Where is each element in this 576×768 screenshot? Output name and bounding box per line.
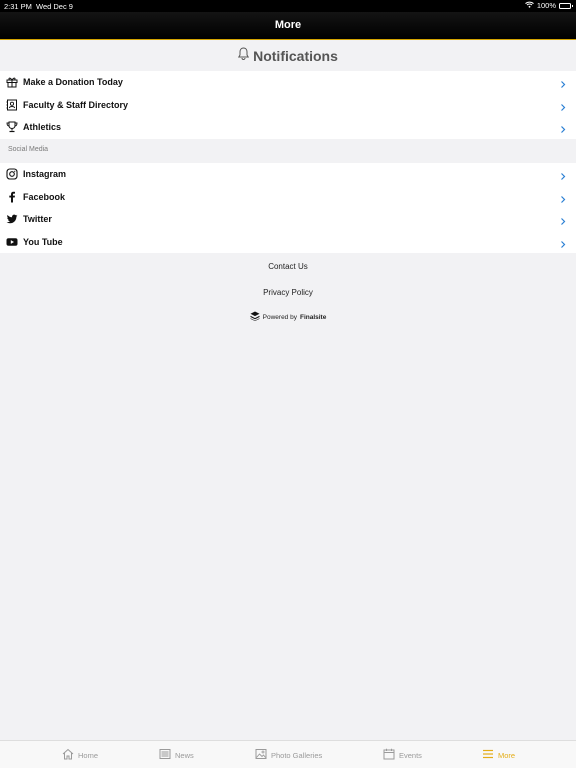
chevron-right-icon <box>559 100 567 111</box>
trophy-icon <box>6 121 18 133</box>
powered-by-prefix: Powered by <box>262 313 297 321</box>
news-icon <box>159 748 171 762</box>
social-item-label: Facebook <box>23 191 66 202</box>
chevron-right-icon <box>559 192 567 203</box>
tab-events[interactable]: Events <box>383 748 422 762</box>
status-date: Wed Dec 9 <box>36 2 73 11</box>
powered-by[interactable]: Powered by Finalsite <box>0 311 576 323</box>
twitter-icon <box>6 213 18 225</box>
social-item-instagram[interactable]: Instagram <box>0 163 576 186</box>
tab-more[interactable]: More <box>482 748 515 762</box>
menu-item-donation[interactable]: Make a Donation Today <box>0 71 576 94</box>
status-time: 2:31 PM <box>4 2 32 11</box>
wifi-icon <box>524 1 534 10</box>
bell-icon <box>238 46 250 65</box>
nav-header: More <box>0 12 576 40</box>
contacts-icon <box>6 99 18 111</box>
chevron-right-icon <box>559 169 567 180</box>
social-item-label: Instagram <box>23 169 67 180</box>
tab-home[interactable]: Home <box>62 748 98 762</box>
tab-news[interactable]: News <box>159 748 194 762</box>
chevron-right-icon <box>559 122 567 133</box>
chevron-right-icon <box>559 237 567 248</box>
menu-item-label: Athletics <box>23 122 62 133</box>
menu-item-label: Make a Donation Today <box>23 77 123 88</box>
tab-label: News <box>175 750 194 760</box>
battery-percent: 100% <box>536 1 556 10</box>
finalsite-logo-icon <box>250 311 260 323</box>
home-icon <box>62 748 74 762</box>
social-media-heading: Social Media <box>8 146 49 153</box>
menu-item-label: Faculty & Staff Directory <box>23 99 129 110</box>
tab-label: More <box>498 750 516 760</box>
social-item-facebook[interactable]: Facebook <box>0 186 576 209</box>
notifications-button[interactable]: Notifications <box>0 41 576 70</box>
social-group: Instagram Facebook Twitter You Tube <box>0 163 576 253</box>
tab-photo-galleries[interactable]: Photo Galleries <box>255 748 322 762</box>
menu-item-directory[interactable]: Faculty & Staff Directory <box>0 94 576 117</box>
notifications-label: Notifications <box>253 47 338 64</box>
menu-item-athletics[interactable]: Athletics <box>0 116 576 139</box>
instagram-icon <box>6 168 18 180</box>
social-item-twitter[interactable]: Twitter <box>0 208 576 231</box>
social-item-label: You Tube <box>23 236 63 247</box>
contact-us-link[interactable]: Contact Us <box>0 262 576 271</box>
menu-icon <box>482 748 494 762</box>
facebook-icon <box>6 191 18 203</box>
social-item-youtube[interactable]: You Tube <box>0 231 576 254</box>
privacy-policy-link[interactable]: Privacy Policy <box>0 288 576 297</box>
photo-icon <box>255 748 267 762</box>
social-item-label: Twitter <box>23 214 52 225</box>
battery-icon <box>559 2 573 9</box>
tab-label: Home <box>78 750 99 760</box>
chevron-right-icon <box>559 77 567 88</box>
status-bar: 2:31 PM Wed Dec 9 100% <box>0 0 576 12</box>
status-right: 100% <box>524 1 573 10</box>
chevron-right-icon <box>559 214 567 225</box>
powered-by-brand: Finalsite <box>299 313 327 321</box>
calendar-icon <box>383 748 395 762</box>
gift-icon <box>6 76 18 88</box>
menu-group: Make a Donation Today Faculty & Staff Di… <box>0 71 576 139</box>
tab-bar: Home News Photo Galleries Events More <box>0 740 576 768</box>
youtube-icon <box>6 236 18 248</box>
tab-label: Events <box>399 750 422 760</box>
page-title: More <box>274 19 302 31</box>
tab-label: Photo Galleries <box>271 750 323 760</box>
